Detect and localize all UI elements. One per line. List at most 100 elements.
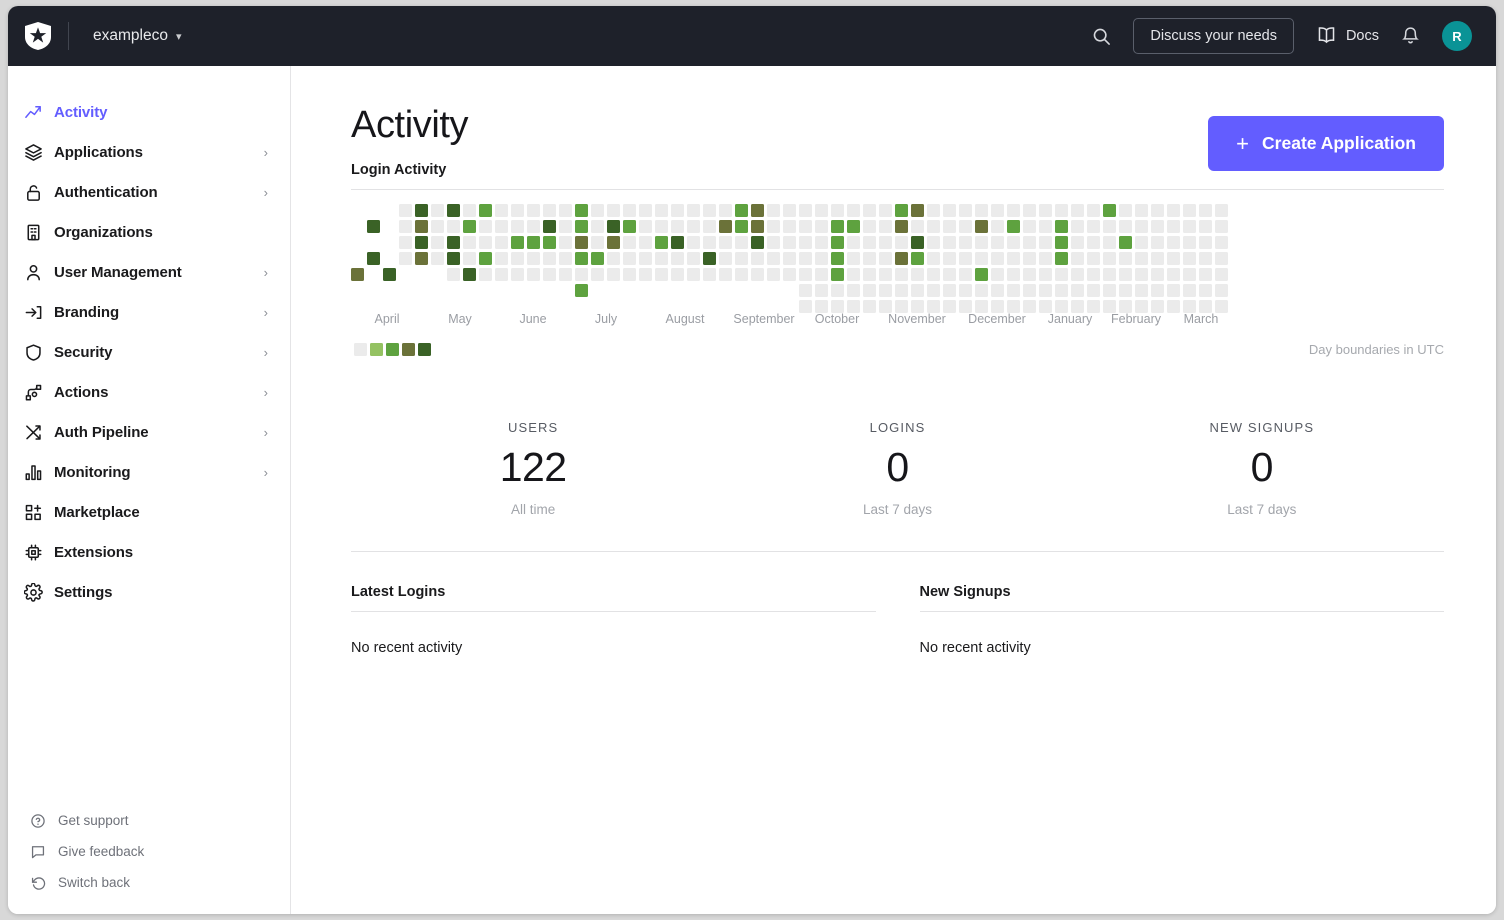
heatmap-cell[interactable] — [911, 236, 924, 249]
heatmap-cell[interactable] — [927, 220, 940, 233]
heatmap-cell[interactable] — [879, 284, 892, 297]
heatmap-cell[interactable] — [959, 268, 972, 281]
heatmap-cell[interactable] — [495, 236, 508, 249]
heatmap-cell[interactable] — [1199, 220, 1212, 233]
heatmap-cell[interactable] — [655, 268, 668, 281]
heatmap-cell[interactable] — [895, 284, 908, 297]
heatmap-cell[interactable] — [767, 268, 780, 281]
heatmap-cell[interactable] — [863, 284, 876, 297]
heatmap-cell[interactable] — [1135, 236, 1148, 249]
heatmap-cell[interactable] — [543, 252, 556, 265]
heatmap-cell[interactable] — [767, 220, 780, 233]
heatmap-cell[interactable] — [1199, 236, 1212, 249]
heatmap-cell[interactable] — [1087, 220, 1100, 233]
heatmap-cell[interactable] — [1087, 284, 1100, 297]
heatmap-cell[interactable] — [815, 284, 828, 297]
heatmap-cell[interactable] — [463, 252, 476, 265]
heatmap-cell[interactable] — [495, 204, 508, 217]
heatmap-cell[interactable] — [719, 220, 732, 233]
heatmap-cell[interactable] — [591, 204, 604, 217]
heatmap-cell[interactable] — [1071, 284, 1084, 297]
heatmap-cell[interactable] — [1039, 236, 1052, 249]
heatmap-cell[interactable] — [1103, 204, 1116, 217]
heatmap-cell[interactable] — [1103, 220, 1116, 233]
heatmap-cell[interactable] — [847, 220, 860, 233]
heatmap-cell[interactable] — [671, 236, 684, 249]
heatmap-cell[interactable] — [607, 268, 620, 281]
sidebar-item-extensions[interactable]: Extensions — [8, 532, 290, 572]
heatmap-cell[interactable] — [911, 220, 924, 233]
heatmap-cell[interactable] — [991, 252, 1004, 265]
heatmap-cell[interactable] — [863, 236, 876, 249]
heatmap-cell[interactable] — [783, 220, 796, 233]
heatmap-cell[interactable] — [943, 284, 956, 297]
heatmap-cell[interactable] — [799, 268, 812, 281]
heatmap-cell[interactable] — [799, 204, 812, 217]
heatmap-cell[interactable] — [367, 220, 380, 233]
heatmap-cell[interactable] — [1055, 252, 1068, 265]
bell-icon[interactable] — [1401, 26, 1420, 46]
heatmap-cell[interactable] — [879, 204, 892, 217]
heatmap-cell[interactable] — [879, 252, 892, 265]
heatmap-cell[interactable] — [959, 204, 972, 217]
docs-link[interactable]: Docs — [1316, 25, 1379, 48]
heatmap-cell[interactable] — [639, 204, 652, 217]
sidebar-item-auth-pipeline[interactable]: Auth Pipeline › — [8, 412, 290, 452]
heatmap-cell[interactable] — [511, 204, 524, 217]
heatmap-cell[interactable] — [575, 252, 588, 265]
heatmap-cell[interactable] — [783, 236, 796, 249]
heatmap-cell[interactable] — [655, 204, 668, 217]
heatmap-cell[interactable] — [1215, 220, 1228, 233]
heatmap-cell[interactable] — [767, 252, 780, 265]
heatmap-cell[interactable] — [559, 220, 572, 233]
heatmap-cell[interactable] — [1103, 268, 1116, 281]
heatmap-cell[interactable] — [911, 268, 924, 281]
heatmap-cell[interactable] — [703, 204, 716, 217]
discuss-your-needs-button[interactable]: Discuss your needs — [1133, 18, 1294, 54]
heatmap-cell[interactable] — [1167, 284, 1180, 297]
heatmap-cell[interactable] — [1167, 252, 1180, 265]
heatmap-cell[interactable] — [671, 204, 684, 217]
heatmap-cell[interactable] — [559, 236, 572, 249]
heatmap-cell[interactable] — [1135, 268, 1148, 281]
heatmap-cell[interactable] — [799, 284, 812, 297]
heatmap-cell[interactable] — [671, 220, 684, 233]
heatmap-cell[interactable] — [527, 204, 540, 217]
heatmap-cell[interactable] — [719, 252, 732, 265]
heatmap-cell[interactable] — [751, 268, 764, 281]
heatmap-grid[interactable] — [351, 204, 1444, 313]
auth0-logo[interactable] — [8, 22, 68, 50]
heatmap-cell[interactable] — [1215, 252, 1228, 265]
heatmap-cell[interactable] — [1167, 204, 1180, 217]
heatmap-cell[interactable] — [1183, 284, 1196, 297]
heatmap-cell[interactable] — [1151, 220, 1164, 233]
heatmap-cell[interactable] — [991, 268, 1004, 281]
heatmap-cell[interactable] — [607, 236, 620, 249]
heatmap-cell[interactable] — [831, 204, 844, 217]
heatmap-cell[interactable] — [959, 220, 972, 233]
heatmap-cell[interactable] — [1039, 220, 1052, 233]
heatmap-cell[interactable] — [1135, 284, 1148, 297]
heatmap-cell[interactable] — [991, 284, 1004, 297]
heatmap-cell[interactable] — [575, 204, 588, 217]
heatmap-cell[interactable] — [719, 268, 732, 281]
heatmap-cell[interactable] — [735, 204, 748, 217]
heatmap-cell[interactable] — [927, 268, 940, 281]
heatmap-cell[interactable] — [431, 236, 444, 249]
heatmap-cell[interactable] — [959, 284, 972, 297]
heatmap-cell[interactable] — [735, 268, 748, 281]
heatmap-cell[interactable] — [511, 220, 524, 233]
heatmap-cell[interactable] — [799, 236, 812, 249]
heatmap-cell[interactable] — [623, 220, 636, 233]
sidebar-item-activity[interactable]: Activity — [8, 92, 290, 132]
heatmap-cell[interactable] — [703, 236, 716, 249]
heatmap-cell[interactable] — [799, 220, 812, 233]
heatmap-cell[interactable] — [1007, 268, 1020, 281]
heatmap-cell[interactable] — [623, 268, 636, 281]
heatmap-cell[interactable] — [431, 252, 444, 265]
heatmap-cell[interactable] — [1023, 236, 1036, 249]
heatmap-cell[interactable] — [1151, 236, 1164, 249]
heatmap-cell[interactable] — [479, 220, 492, 233]
sidebar-item-marketplace[interactable]: Marketplace — [8, 492, 290, 532]
tenant-selector[interactable]: exampleco ▾ — [93, 27, 182, 45]
